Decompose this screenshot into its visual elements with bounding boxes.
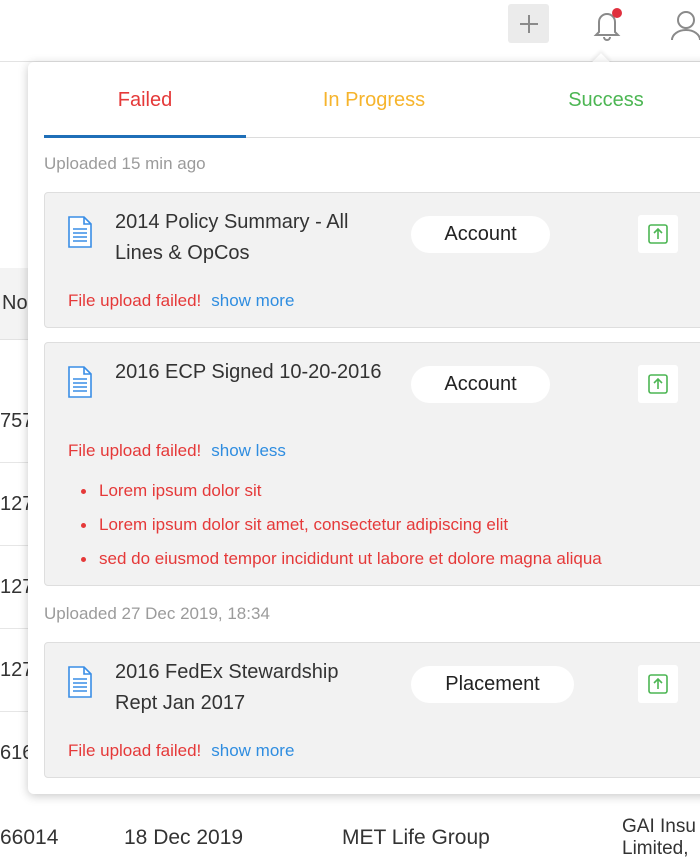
tab-in-progress[interactable]: In Progress xyxy=(274,62,474,138)
top-bar xyxy=(0,0,700,62)
show-more-link[interactable]: show more xyxy=(211,741,294,760)
show-less-link[interactable]: show less xyxy=(211,441,286,460)
upload-icon xyxy=(648,374,668,394)
row-date: 18 Dec 2019 xyxy=(124,826,244,849)
upload-icon xyxy=(648,674,668,694)
table-row: 66014 18 Dec 2019 MET Life Group GAI Ins… xyxy=(0,792,700,867)
add-button[interactable] xyxy=(508,4,549,43)
upload-card: 2016 ECP Signed 10-20-2016 Account File … xyxy=(44,342,700,586)
retry-upload-button[interactable] xyxy=(638,365,678,403)
error-item: Lorem ipsum dolor sit xyxy=(81,474,602,508)
group-label: Uploaded 27 Dec 2019, 18:34 xyxy=(44,604,270,623)
category-tag: Account xyxy=(411,366,550,403)
group-label: Uploaded 15 min ago xyxy=(44,154,206,173)
upload-status-line: File upload failed! show more xyxy=(68,291,294,311)
error-item: sed do eiusmod tempor incididunt ut labo… xyxy=(81,542,602,576)
tab-success[interactable]: Success xyxy=(506,62,700,138)
document-icon xyxy=(68,216,92,248)
upload-status-line: File upload failed! show less xyxy=(68,441,286,461)
row-insurer: Limited, xyxy=(622,838,689,859)
failure-message: File upload failed! xyxy=(68,741,202,760)
error-item: Lorem ipsum dolor sit amet, consectetur … xyxy=(81,508,602,542)
upload-card: 2016 FedEx Stewardship Rept Jan 2017 Pla… xyxy=(44,642,700,778)
retry-upload-button[interactable] xyxy=(638,665,678,703)
file-name: 2016 ECP Signed 10-20-2016 xyxy=(115,361,382,383)
row-id: 66014 xyxy=(0,826,59,849)
show-more-link[interactable]: show more xyxy=(211,291,294,310)
upload-status-line: File upload failed! show more xyxy=(68,741,294,761)
tab-failed[interactable]: Failed xyxy=(44,62,246,138)
row-insurer: GAI Insu xyxy=(622,816,696,837)
user-icon xyxy=(671,11,700,41)
plus-icon xyxy=(519,14,538,33)
error-list: Lorem ipsum dolor sit Lorem ipsum dolor … xyxy=(81,474,602,576)
file-name: 2016 FedEx Stewardship Rept Jan 2017 xyxy=(115,661,339,714)
retry-upload-button[interactable] xyxy=(638,215,678,253)
category-tag: Placement xyxy=(411,666,574,703)
file-name: 2014 Policy Summary - All Lines & OpCos xyxy=(115,211,349,264)
category-tag: Account xyxy=(411,216,550,253)
document-icon xyxy=(68,666,92,698)
status-tabs: Failed In Progress Success xyxy=(44,62,700,138)
active-tab-indicator xyxy=(44,135,246,138)
table-header-cell: No xyxy=(2,292,28,314)
document-icon xyxy=(68,366,92,398)
failure-message: File upload failed! xyxy=(68,291,202,310)
row-client: MET Life Group xyxy=(342,826,490,849)
failure-message: File upload failed! xyxy=(68,441,202,460)
upload-icon xyxy=(648,224,668,244)
upload-card: 2014 Policy Summary - All Lines & OpCos … xyxy=(44,192,700,328)
upload-status-popup: Failed In Progress Success Uploaded 15 m… xyxy=(28,62,700,794)
notification-badge xyxy=(612,8,622,18)
profile-button[interactable] xyxy=(666,6,700,42)
